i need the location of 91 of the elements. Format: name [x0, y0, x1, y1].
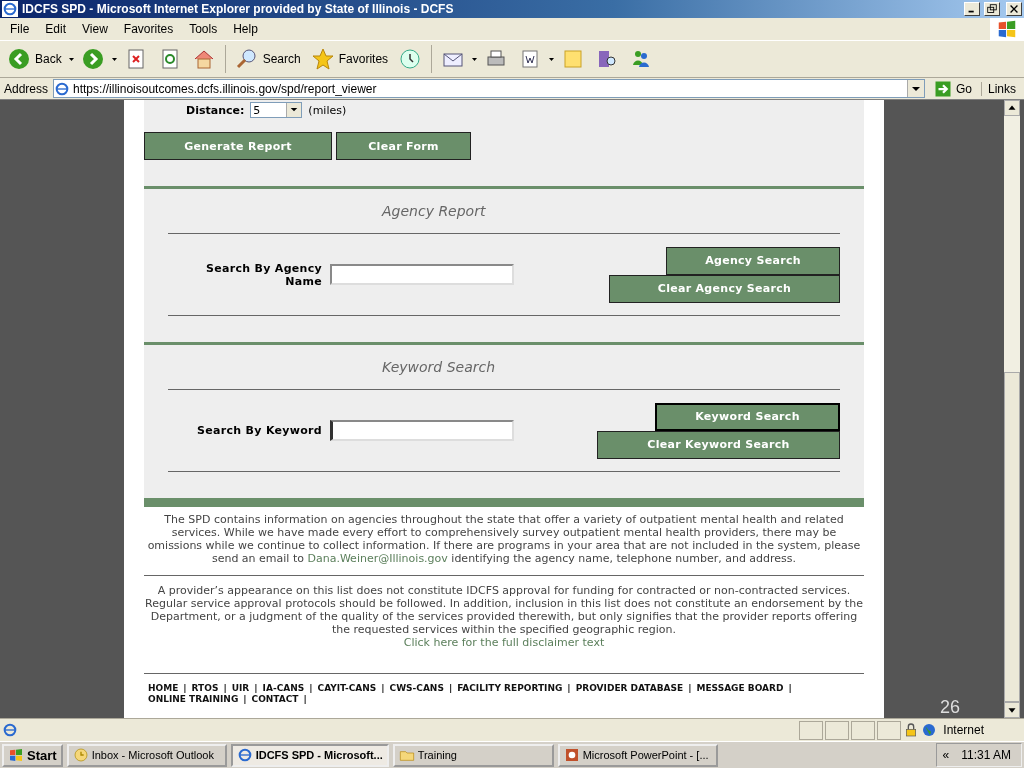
browser-icon	[236, 747, 253, 763]
footer-nav-link[interactable]: RTOS	[191, 683, 219, 694]
footer-nav-link[interactable]: IA-CANS	[262, 683, 305, 694]
star-icon	[310, 47, 335, 71]
scroll-thumb[interactable]	[1004, 372, 1020, 702]
footer-nav-link[interactable]: HOME	[148, 683, 179, 694]
caret-icon[interactable]	[472, 57, 478, 61]
status-pane	[851, 720, 876, 740]
close-button[interactable]	[1006, 2, 1022, 16]
page-icon	[54, 80, 71, 97]
slide-number: 26	[940, 697, 961, 718]
toolbar-button[interactable]: Search	[231, 45, 304, 73]
clock-icon[interactable]	[398, 47, 423, 71]
nav-separator: |	[183, 683, 187, 694]
nav-separator: |	[303, 694, 307, 705]
field-label: Search By Agency Name	[205, 261, 322, 288]
footer-nav-link[interactable]: FACILITY REPORTING	[457, 683, 563, 694]
status-pane	[799, 720, 824, 740]
distance-select[interactable]: 5	[250, 102, 303, 118]
start-button[interactable]: Start	[2, 743, 63, 767]
address-field[interactable]: https://illinoisoutcomes.dcfs.illinois.gov/spd/report_viewer	[53, 79, 925, 98]
field-label: Search By Keyword	[196, 424, 322, 437]
disclaimer-paragraph: A provider’s appearance on this list does not constitute IDCFS approval for funding for contracted or non-contracted services. Regular service approval protocols should be followed. In addition, inclusion in this list does not constitute an endorsement by the Department, or a judgment of the quality of the services provided therewith, but only signifies that the provider reports offering the requested services within the specified geographic region.	[144, 583, 864, 636]
field-label: Distance:	[186, 103, 245, 117]
section-title: Keyword Search	[382, 359, 496, 375]
scrollbar[interactable]	[1004, 100, 1020, 718]
footer-nav-link[interactable]: ONLINE TRAINING	[148, 694, 239, 705]
menu-item[interactable]: Edit	[37, 20, 75, 38]
presentation-icon	[563, 747, 580, 763]
section-title: Agency Report	[382, 203, 486, 219]
menu-item[interactable]: Tools	[181, 20, 226, 38]
nav-separator: |	[788, 683, 792, 694]
footer-nav-link[interactable]: UIR	[231, 683, 250, 694]
taskbar-button[interactable]: Inbox - Microsoft Outlook	[66, 743, 227, 767]
taskbar-button[interactable]: Training	[392, 743, 554, 767]
taskbar-button[interactable]: Microsoft PowerPoint - [...	[557, 743, 718, 767]
footer-nav-link[interactable]: CONTACT	[251, 694, 299, 705]
unit-label: (miles)	[308, 103, 347, 117]
go-button[interactable]: Go	[927, 79, 978, 98]
search-button[interactable]: Keyword Search	[655, 402, 840, 431]
nav-separator: |	[567, 683, 571, 694]
menu-item[interactable]: Help	[225, 20, 266, 38]
email-link[interactable]: Dana.Weiner@Illinois.gov	[307, 552, 448, 565]
dropdown-button[interactable]	[906, 80, 924, 97]
caret-icon[interactable]	[68, 57, 74, 61]
nav-separator: |	[254, 683, 258, 694]
status-pane	[877, 720, 902, 740]
nav-separator: |	[309, 683, 313, 694]
globe-icon	[921, 722, 938, 738]
windows-logo-icon	[8, 747, 24, 763]
browser-icon	[2, 1, 18, 17]
minimize-button[interactable]	[964, 2, 980, 16]
nav-separator: |	[381, 683, 385, 694]
search-field[interactable]	[330, 420, 514, 441]
footer-nav-link[interactable]: PROVIDER DATABASE	[575, 683, 684, 694]
generate-report-button[interactable]: Generate Report	[144, 132, 332, 160]
search-icon	[234, 47, 259, 71]
menu-item[interactable]: Favorites	[115, 20, 182, 38]
nav-separator: |	[688, 683, 692, 694]
restore-button[interactable]	[984, 2, 1000, 16]
toolbar-button[interactable]: Favorites	[307, 45, 392, 73]
page-icon	[2, 722, 18, 738]
status-pane	[825, 720, 850, 740]
menu-item[interactable]: View	[74, 20, 116, 38]
window-title: IDCFS SPD - Microsoft Internet Explorer provided by State of Illinois - DCFS	[22, 2, 455, 16]
footer-nav-link[interactable]: MESSAGE BOARD	[696, 683, 784, 694]
nav-separator: |	[448, 683, 453, 694]
nav-separator: |	[223, 683, 227, 694]
info-paragraph: The SPD contains information on agencies throughout the state that offer a variety of outpatient mental health and related services. While we have made every effort to comprehensively survey outpatient mental health providers, there may be omissions while we continue to collect information. If there are programs in your area that are not included in the system, please send an email to Dana.Weiner@Illinois.gov identifying the agency name, telephone number, and address.	[146, 512, 862, 567]
toolbar-button[interactable]: Back	[4, 45, 65, 73]
expand-button[interactable]: «	[942, 748, 950, 762]
menu-item[interactable]: File	[2, 20, 38, 38]
footer-nav-link[interactable]: CWS-CANS	[389, 683, 444, 694]
disclaimer-link[interactable]: Click here for the full disclaimer text	[403, 636, 605, 649]
caret-icon[interactable]	[549, 57, 555, 61]
address-label: Address	[3, 81, 50, 96]
clock: 11:31 AM	[961, 748, 1011, 762]
clock-icon	[72, 747, 89, 763]
search-field[interactable]	[330, 264, 514, 285]
zone-label: Internet	[942, 723, 985, 737]
footer-nav-link[interactable]: CAYIT-CANS	[317, 683, 377, 694]
links-button[interactable]: Links	[981, 81, 1022, 96]
search-button[interactable]: Clear Agency Search	[609, 274, 840, 303]
nav-separator: |	[243, 694, 247, 705]
scroll-up-button[interactable]	[1004, 100, 1020, 116]
taskbar-button[interactable]: IDCFS SPD - Microsoft...	[230, 743, 389, 767]
search-button[interactable]: Agency Search	[666, 246, 840, 275]
caret-icon[interactable]	[111, 57, 117, 61]
search-button[interactable]: Clear Keyword Search	[597, 430, 840, 459]
scroll-down-button[interactable]	[1004, 702, 1020, 718]
clear-form-button[interactable]: Clear Form	[336, 132, 471, 160]
